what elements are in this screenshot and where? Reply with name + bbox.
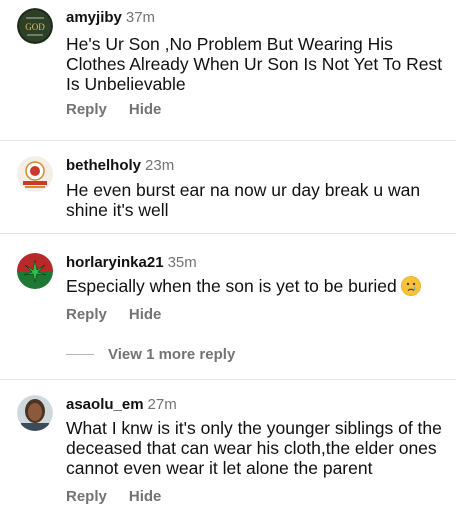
- view-more-label: View 1 more reply: [108, 345, 236, 363]
- avatar[interactable]: [17, 395, 53, 431]
- avatar-god-icon: GOD: [17, 8, 53, 44]
- timestamp: 23m: [145, 157, 175, 174]
- comment-meta: bethelholy 23m: [66, 157, 174, 175]
- timestamp: 37m: [125, 9, 156, 26]
- reply-button[interactable]: Reply: [66, 488, 107, 505]
- avatar[interactable]: GOD: [17, 8, 53, 44]
- comment-actions: Reply Hide: [66, 488, 183, 505]
- username[interactable]: asaolu_em: [66, 396, 144, 413]
- comment-meta: horlaryinka21 35m: [66, 254, 197, 272]
- avatar-text: GOD: [25, 22, 45, 32]
- reply-button[interactable]: Reply: [66, 101, 107, 118]
- hide-button[interactable]: Hide: [129, 306, 162, 323]
- comment-text: What I knw is it's only the younger sibl…: [66, 418, 442, 478]
- comment-text: He's Ur Son ,No Problem But Wearing His …: [66, 34, 443, 94]
- timestamp: 35m: [167, 254, 197, 271]
- crying-face-icon: [400, 276, 421, 296]
- divider: [0, 140, 456, 141]
- comment-text-row: Especially when the son is yet to be bur…: [66, 276, 446, 296]
- avatar[interactable]: [17, 253, 53, 289]
- view-more-replies-button[interactable]: View 1 more reply: [66, 344, 235, 364]
- divider: [0, 379, 456, 380]
- comment-meta: amyjiby 37m: [66, 9, 155, 27]
- username[interactable]: bethelholy: [66, 157, 141, 174]
- reply-thread-line: [66, 353, 94, 355]
- username[interactable]: horlaryinka21: [66, 254, 164, 271]
- avatar[interactable]: [17, 156, 53, 192]
- hide-button[interactable]: Hide: [129, 488, 162, 505]
- avatar-church-logo-icon: [17, 156, 53, 192]
- comment-actions: Reply Hide: [66, 101, 183, 118]
- avatar-leaf-icon: [17, 253, 53, 289]
- reply-button[interactable]: Reply: [66, 306, 107, 323]
- comment-meta: asaolu_em 27m: [66, 396, 177, 414]
- comment-text: He even burst ear na now ur day break u …: [66, 180, 421, 220]
- avatar-photo-icon: [17, 395, 53, 431]
- comment-actions: Reply Hide: [66, 306, 183, 323]
- comment-text: Especially when the son is yet to be bur…: [66, 276, 397, 296]
- hide-button[interactable]: Hide: [129, 101, 162, 118]
- divider: [0, 233, 456, 234]
- username[interactable]: amyjiby: [66, 9, 122, 26]
- timestamp: 27m: [147, 396, 177, 413]
